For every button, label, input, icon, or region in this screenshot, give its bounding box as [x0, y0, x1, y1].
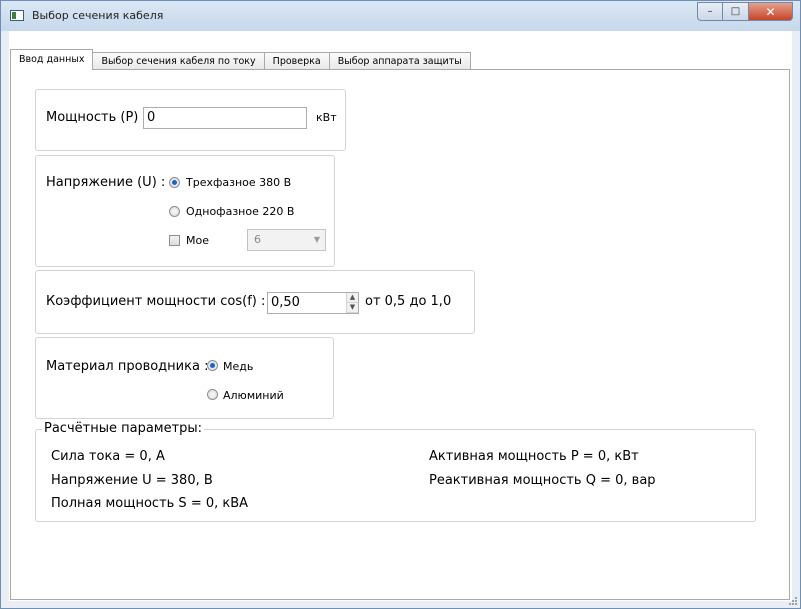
window-title: Выбор сечения кабеля — [32, 9, 164, 22]
resize-grip-icon[interactable] — [788, 596, 798, 606]
voltage-three-phase-label[interactable]: Трехфазное 380 В — [186, 176, 291, 189]
active-power-value: Активная мощность P = 0, кВт — [429, 449, 639, 464]
material-group: Материал проводника : Медь Алюминий — [35, 337, 334, 419]
tab-cable-by-current[interactable]: Выбор сечения кабеля по току — [92, 52, 265, 70]
power-factor-label: Коэффициент мощности cos(f) : — [46, 294, 266, 309]
close-button[interactable]: ✕ — [749, 2, 793, 21]
material-copper-label[interactable]: Медь — [223, 360, 253, 373]
power-factor-value: 0,50 — [271, 295, 300, 310]
calculated-parameters-legend: Расчётные параметры: — [42, 421, 205, 436]
material-label: Материал проводника : — [46, 359, 209, 374]
maximize-button[interactable]: □ — [723, 2, 749, 21]
power-factor-spinner[interactable]: ▲ ▼ — [346, 293, 358, 313]
calculated-parameters-group: Расчётные параметры: Сила тока = 0, А На… — [35, 421, 756, 522]
power-label: Мощность (P) — [46, 110, 139, 125]
power-input[interactable]: 0 — [143, 107, 307, 129]
voltage-label: Напряжение (U) : — [46, 175, 166, 190]
power-unit: кВт — [316, 111, 337, 124]
voltage-three-phase-radio[interactable] — [169, 177, 180, 188]
power-factor-group: Коэффициент мощности cos(f) : 0,50 ▲ ▼ о… — [35, 270, 475, 334]
custom-voltage-label[interactable]: Мое — [186, 234, 209, 247]
tab-panel-input-data: Мощность (P) 0 кВт Напряжение (U) : Трех… — [10, 69, 790, 600]
window-controls: – □ ✕ — [697, 2, 793, 21]
power-factor-spinbox[interactable]: 0,50 ▲ ▼ — [267, 292, 359, 314]
custom-voltage-checkbox[interactable] — [169, 235, 180, 246]
current-value: Сила тока = 0, А — [51, 449, 165, 464]
custom-voltage-dropdown[interactable]: 6 ▼ — [247, 229, 326, 251]
material-aluminum-radio[interactable] — [207, 389, 218, 400]
tab-check[interactable]: Проверка — [263, 52, 330, 70]
main-window: Выбор сечения кабеля – □ ✕ Ввод данных В… — [0, 0, 801, 609]
tab-protection-device[interactable]: Выбор аппарата защиты — [328, 52, 471, 70]
minimize-button[interactable]: – — [697, 2, 723, 21]
material-aluminum-label[interactable]: Алюминий — [223, 389, 284, 402]
title-bar[interactable]: Выбор сечения кабеля – □ ✕ — [1, 1, 800, 31]
voltage-value: Напряжение U = 380, В — [51, 473, 213, 488]
tab-input-data[interactable]: Ввод данных — [10, 49, 94, 70]
voltage-group: Напряжение (U) : Трехфазное 380 В Однофа… — [35, 155, 335, 267]
reactive-power-value: Реактивная мощность Q = 0, вар — [429, 473, 656, 488]
power-group: Мощность (P) 0 кВт — [35, 89, 346, 151]
spin-down-icon[interactable]: ▼ — [347, 303, 358, 313]
tab-bar: Ввод данных Выбор сечения кабеля по току… — [10, 49, 471, 70]
chevron-down-icon: ▼ — [313, 235, 320, 244]
voltage-single-phase-label[interactable]: Однофазное 220 В — [186, 205, 294, 218]
power-factor-range: от 0,5 до 1,0 — [365, 294, 452, 309]
spin-up-icon[interactable]: ▲ — [347, 293, 358, 303]
apparent-power-value: Полная мощность S = 0, кВА — [51, 496, 249, 511]
app-icon — [10, 10, 24, 21]
material-copper-radio[interactable] — [207, 360, 218, 371]
custom-voltage-value: 6 — [254, 233, 261, 246]
voltage-single-phase-radio[interactable] — [169, 206, 180, 217]
client-area: Ввод данных Выбор сечения кабеля по току… — [9, 31, 792, 601]
